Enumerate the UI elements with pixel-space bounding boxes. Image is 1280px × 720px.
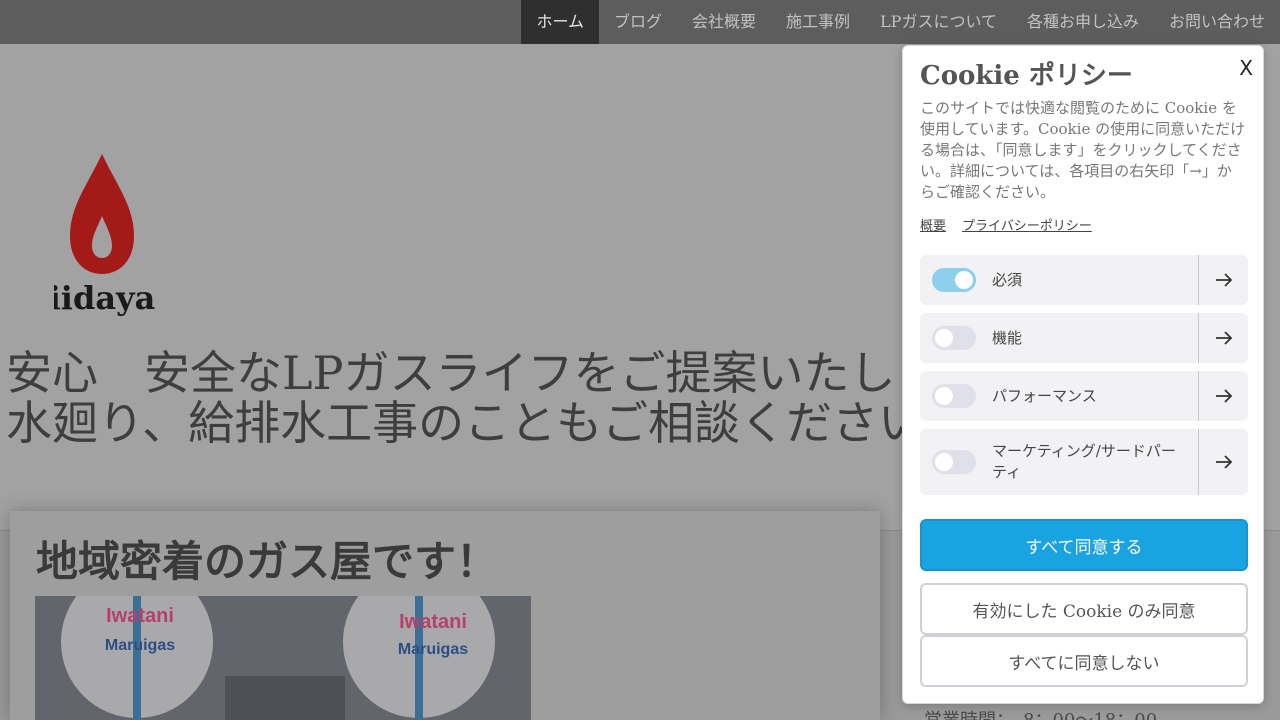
tank-sub-right: Maruigas	[398, 641, 468, 658]
close-button[interactable]: X	[1239, 56, 1253, 80]
performance-toggle[interactable]	[932, 384, 976, 408]
required-toggle[interactable]	[932, 268, 976, 292]
logo-text: iidaya	[54, 279, 155, 317]
overview-link[interactable]: 概要	[920, 218, 946, 236]
cookie-category-required: 必須	[920, 255, 1248, 305]
category-label: パフォーマンス	[992, 387, 1097, 405]
required-detail-button[interactable]	[1198, 255, 1248, 305]
nav-item-company[interactable]: 会社概要	[677, 0, 771, 44]
nav-item-works[interactable]: 施工事例	[771, 0, 865, 44]
toggle-knob	[935, 329, 953, 347]
nav-item-contact[interactable]: お問い合わせ	[1154, 0, 1280, 44]
intro-title: 地域密着のガス屋です！	[36, 537, 499, 586]
gas-tanks-photo: Iwatani Maruigas Iwatani Maruigas	[35, 596, 531, 720]
accept-selected-button[interactable]: 有効にした Cookie のみ同意	[920, 583, 1248, 635]
nav-item-blog[interactable]: ブログ	[599, 0, 677, 44]
arrow-right-icon	[1215, 331, 1232, 345]
toggle-knob	[935, 453, 953, 471]
toggle-knob	[955, 271, 973, 289]
marketing-toggle[interactable]	[932, 450, 976, 474]
functional-detail-button[interactable]	[1198, 313, 1248, 363]
top-navigation: ホーム ブログ 会社概要 施工事例 LPガスについて 各種お申し込み お問い合わ…	[0, 0, 1280, 44]
accept-all-button[interactable]: すべて同意する	[920, 519, 1248, 571]
nav-menu: ホーム ブログ 会社概要 施工事例 LPガスについて 各種お申し込み お問い合わ…	[521, 0, 1280, 44]
cookie-description: このサイトでは快適な閲覧のために Cookie を使用しています。Cookie …	[920, 99, 1246, 201]
category-label: マーケティング/サードパーティ	[992, 442, 1176, 481]
nav-item-lpgas[interactable]: LPガスについて	[865, 0, 1012, 44]
iidaya-logo[interactable]: iidaya	[54, 154, 164, 324]
nav-item-home[interactable]: ホーム	[521, 0, 599, 44]
cookie-category-functional: 機能	[920, 313, 1248, 363]
business-hours: 営業時間： 8：00～18：00	[924, 706, 1157, 720]
cookie-title: Cookie ポリシー	[920, 61, 1133, 91]
marketing-detail-button[interactable]	[1198, 429, 1248, 495]
nav-item-applications[interactable]: 各種お申し込み	[1012, 0, 1154, 44]
hero-tagline-2: 水廻り、給排水工事のこともご相談ください	[6, 396, 925, 450]
arrow-right-icon	[1215, 389, 1232, 403]
cookie-links: 概要 プライバシーポリシー	[920, 218, 1092, 236]
arrow-right-icon	[1215, 455, 1232, 469]
performance-detail-button[interactable]	[1198, 371, 1248, 421]
tank-sub-left: Maruigas	[105, 637, 175, 654]
intro-card: 地域密着のガス屋です！ Iwatani Maruigas Iwatani Mar…	[10, 511, 880, 720]
cookie-category-performance: パフォーマンス	[920, 371, 1248, 421]
functional-toggle[interactable]	[932, 326, 976, 350]
toggle-knob	[935, 387, 953, 405]
category-label: 機能	[992, 329, 1023, 347]
reject-all-button[interactable]: すべてに同意しない	[920, 635, 1248, 687]
privacy-policy-link[interactable]: プライバシーポリシー	[962, 218, 1092, 236]
category-label: 必須	[992, 271, 1023, 289]
arrow-right-icon	[1215, 273, 1232, 287]
tank-brand-left: Iwatani	[106, 605, 174, 627]
tank-brand-right: Iwatani	[399, 611, 467, 633]
cookie-category-marketing: マーケティング/サードパーティ	[920, 429, 1248, 495]
cookie-policy-modal: X Cookie ポリシー このサイトでは快適な閲覧のために Cookie を使…	[902, 45, 1264, 704]
hero-tagline-1: 安心 安全なLPガスライフをご提案いたします	[6, 346, 988, 400]
